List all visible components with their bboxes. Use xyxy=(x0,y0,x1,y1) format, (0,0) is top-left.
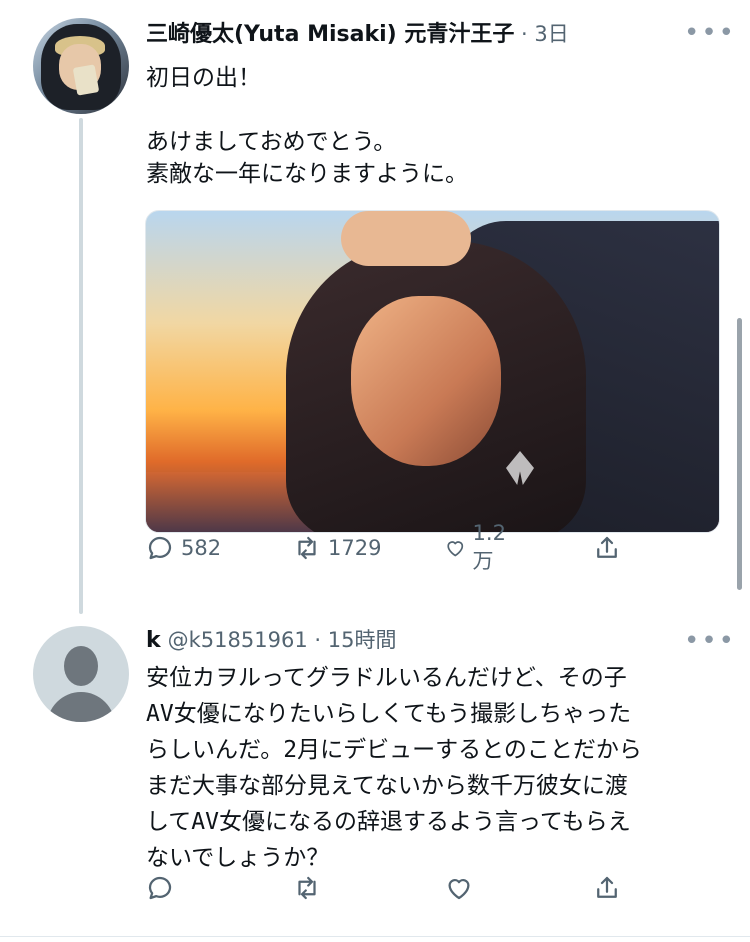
reply-button[interactable] xyxy=(145,872,175,904)
tweet-header: 三崎優太(Yuta Misaki) 元青汁王子 · 3日 xyxy=(146,16,569,48)
share-button[interactable] xyxy=(592,532,622,564)
like-count: 1.2万 xyxy=(472,521,506,573)
tweet-photo[interactable] xyxy=(145,210,720,533)
avatar-body xyxy=(47,692,115,722)
reply-icon xyxy=(148,536,172,560)
avatar-card xyxy=(72,64,100,96)
more-icon[interactable]: ••• xyxy=(684,20,736,46)
reply-button[interactable]: 582 xyxy=(145,532,221,564)
retweet-icon xyxy=(298,536,316,560)
reply-count: 582 xyxy=(181,536,222,560)
like-button[interactable]: 1.2万 xyxy=(444,521,513,573)
tweet-text: 安位カヲルってグラドルいるんだけど、その子 AV女優になりたいらしくてもう撮影し… xyxy=(146,665,642,871)
share-icon xyxy=(597,536,617,558)
reply-icon xyxy=(148,876,172,900)
tweet-header: k @k51851961 · 15時間 xyxy=(146,624,396,654)
timestamp[interactable]: 3日 xyxy=(534,22,568,46)
retweet-button[interactable]: 1729 xyxy=(292,532,381,564)
display-name[interactable]: k xyxy=(146,628,161,653)
like-icon xyxy=(448,879,470,900)
scrollbar[interactable] xyxy=(737,318,742,590)
handle[interactable]: @k51851961 xyxy=(168,628,308,652)
like-icon xyxy=(447,541,464,557)
photo-hand xyxy=(341,211,471,266)
separator: · xyxy=(307,628,328,652)
avatar-head xyxy=(64,646,98,686)
display-name[interactable]: 三崎優太(Yuta Misaki) 元青汁王子 xyxy=(146,22,514,47)
thread-connector-line xyxy=(79,118,83,614)
like-button[interactable] xyxy=(444,872,474,904)
more-icon[interactable]: ••• xyxy=(684,628,736,654)
retweet-count: 1729 xyxy=(328,536,382,560)
share-button[interactable] xyxy=(592,872,622,904)
share-icon xyxy=(597,876,617,898)
retweet-button[interactable] xyxy=(292,872,322,904)
tweet-text: 初日の出！ あけましておめでとう。 素敵な一年になりますように。 xyxy=(146,65,468,187)
separator: · xyxy=(514,22,535,46)
avatar[interactable] xyxy=(33,18,129,114)
bottom-divider xyxy=(0,936,750,937)
default-avatar[interactable] xyxy=(33,626,129,722)
retweet-icon xyxy=(298,876,316,900)
timestamp[interactable]: 15時間 xyxy=(328,628,397,652)
photo-face xyxy=(351,296,501,466)
